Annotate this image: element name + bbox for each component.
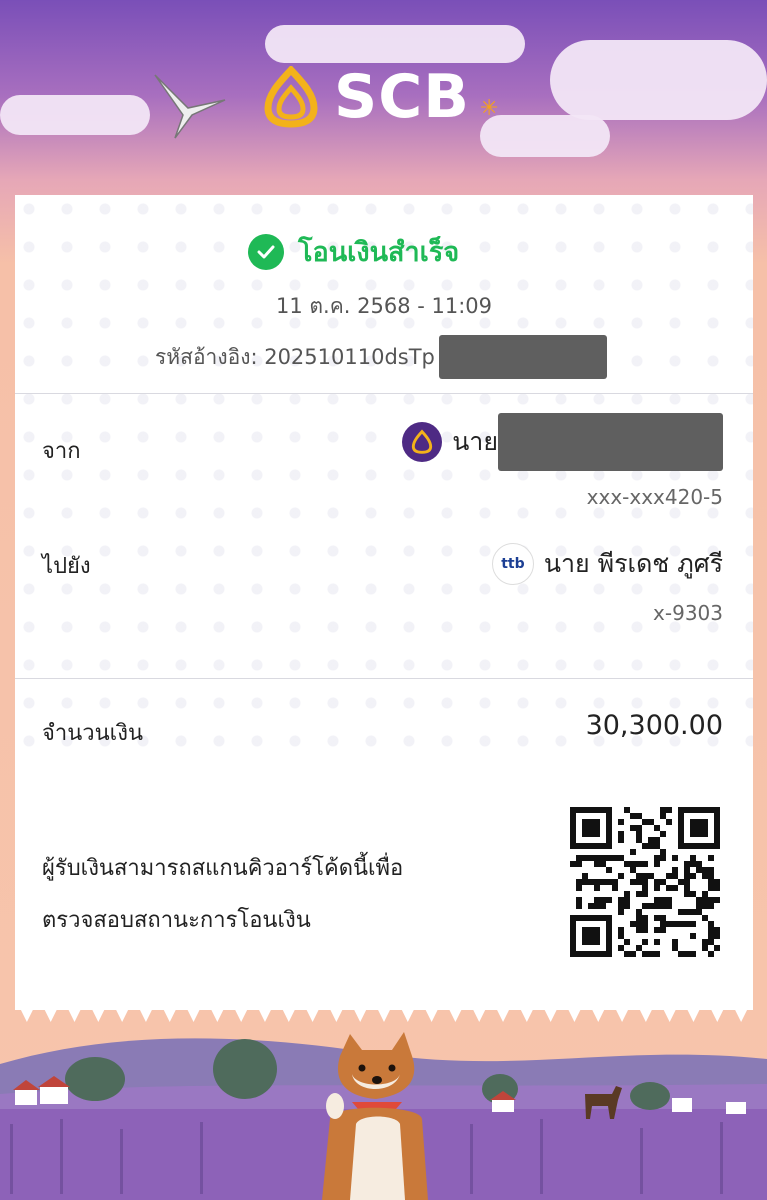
divider xyxy=(15,393,753,394)
scb-bank-icon xyxy=(402,422,443,462)
qr-instruction-line2: ตรวจสอบสถานะการโอนเงิน xyxy=(42,908,311,933)
to-account-number: x-9303 xyxy=(653,601,723,625)
from-account-number: xxx-xxx420-5 xyxy=(586,485,723,509)
check-circle-icon xyxy=(248,233,284,270)
redaction-block xyxy=(498,413,723,471)
receipt-card: โอนเงินสำเร็จ 11 ต.ค. 2568 - 11:09 รหัสอ… xyxy=(15,195,753,1010)
receipt-zigzag-edge xyxy=(15,998,753,1022)
to-account-holder: ttb นาย พีรเดช ภูศรี xyxy=(491,543,723,585)
transaction-datetime: 11 ต.ค. 2568 - 11:09 xyxy=(276,294,492,318)
scb-logo: SCB xyxy=(262,62,470,132)
qr-code xyxy=(570,807,720,957)
lavender-field-scenery xyxy=(0,1032,767,1200)
status-row: โอนเงินสำเร็จ xyxy=(248,230,459,273)
cloud xyxy=(480,115,610,157)
scb-logo-icon xyxy=(264,66,318,128)
reference-row: รหัสอ้างอิง: 202510110dsTp xyxy=(155,335,607,379)
qr-instruction: ผู้รับเงินสามารถสแกนคิวอาร์โค้ดนี้เพื่อ … xyxy=(42,843,522,947)
to-label: ไปยัง xyxy=(42,554,91,579)
from-account-holder: นาย xyxy=(402,413,723,471)
sparkle-icon: ✳ xyxy=(480,96,499,121)
brand-name: SCB xyxy=(334,62,470,132)
header: SCB ✳ xyxy=(0,0,767,190)
cloud xyxy=(0,95,150,135)
status-text: โอนเงินสำเร็จ xyxy=(298,237,460,268)
ttb-bank-icon: ttb xyxy=(491,543,534,585)
from-label: จาก xyxy=(42,439,81,464)
qr-instruction-line1: ผู้รับเงินสามารถสแกนคิวอาร์โค้ดนี้เพื่อ xyxy=(42,856,404,881)
divider xyxy=(15,678,753,679)
reference-number: รหัสอ้างอิง: 202510110dsTp xyxy=(155,344,435,369)
redaction-block xyxy=(438,335,607,379)
bird-illustration xyxy=(154,74,226,139)
to-name: นาย พีรเดช ภูศรี xyxy=(543,549,723,578)
amount-label: จำนวนเงิน xyxy=(42,721,143,746)
cloud xyxy=(550,40,767,120)
from-name-prefix: นาย xyxy=(452,427,498,456)
cloud xyxy=(265,25,525,63)
amount-value: 30,300.00 xyxy=(585,710,723,741)
